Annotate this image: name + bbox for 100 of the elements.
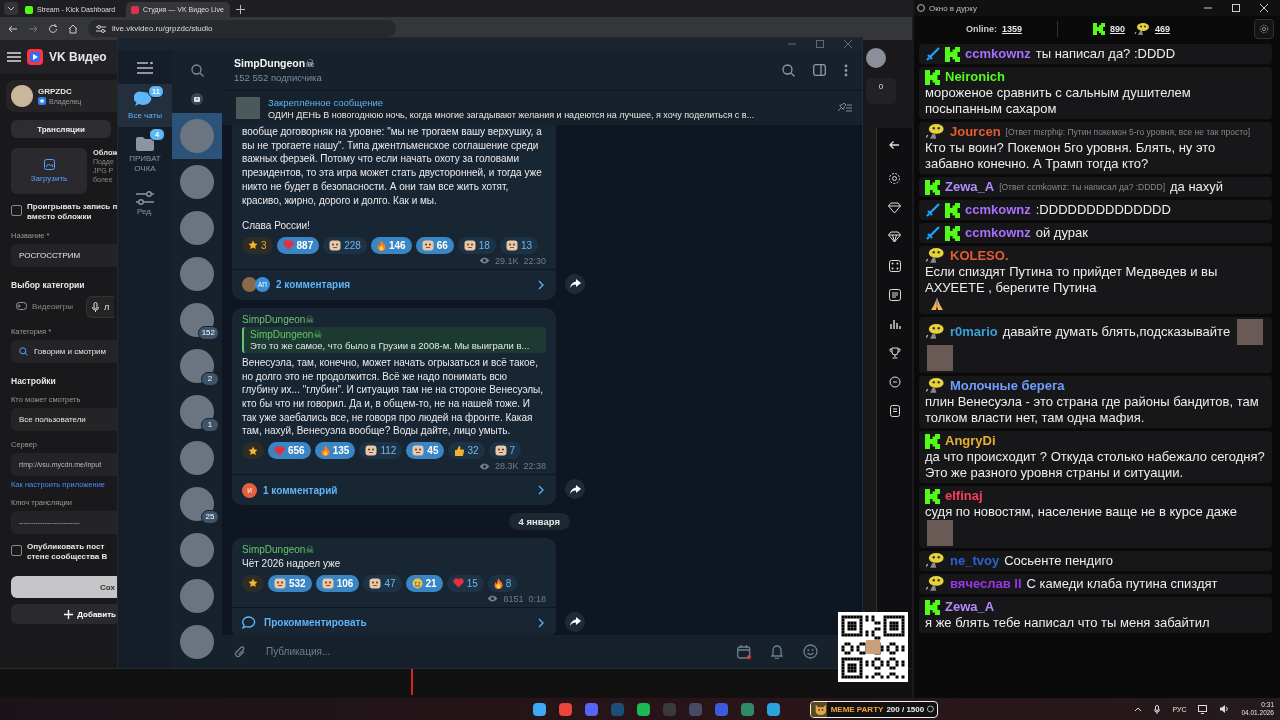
settings-icon[interactable] bbox=[888, 172, 901, 185]
tab-list-button[interactable] bbox=[4, 2, 18, 15]
save-button[interactable]: Сох bbox=[11, 576, 118, 598]
reply-quote[interactable]: SimpDungeon☠ Это то же самое, что было в Грузии в 2008-м. Мы выиграли в... bbox=[242, 326, 546, 353]
chat-item[interactable]: 25 bbox=[172, 481, 222, 527]
reaction-chip[interactable]: 13 bbox=[499, 236, 538, 254]
sidebar-icon[interactable] bbox=[813, 64, 826, 76]
checkbox[interactable] bbox=[11, 545, 22, 556]
bar-chart-icon[interactable] bbox=[888, 318, 901, 330]
reaction-chip[interactable] bbox=[242, 574, 264, 592]
emoji-icon[interactable] bbox=[803, 644, 818, 659]
window-switch-icon[interactable] bbox=[741, 702, 754, 716]
broadcasts-tab[interactable]: Трансляции bbox=[11, 120, 111, 138]
audience-dropdown[interactable]: Все пользователи bbox=[11, 408, 118, 431]
site-settings-icon[interactable] bbox=[96, 24, 106, 33]
username[interactable]: KOLESO. bbox=[950, 248, 1009, 264]
reaction-chip[interactable]: 656 bbox=[268, 442, 311, 460]
reaction-chip[interactable]: 532 bbox=[268, 574, 312, 592]
category-field[interactable]: Говорим и смотрим bbox=[11, 340, 118, 363]
chat-item[interactable]: 1 bbox=[172, 389, 222, 435]
username[interactable]: ccmkownz bbox=[965, 202, 1031, 218]
chat-item[interactable]: 2 bbox=[172, 343, 222, 389]
checkbox[interactable] bbox=[11, 205, 22, 216]
menu-icon[interactable] bbox=[7, 52, 21, 62]
search-icon[interactable] bbox=[782, 63, 795, 77]
dice-icon[interactable] bbox=[888, 260, 901, 272]
reload-icon[interactable] bbox=[48, 23, 58, 34]
username[interactable]: AngryDi bbox=[945, 433, 996, 449]
username[interactable]: Zewa_A bbox=[945, 179, 995, 195]
back-arrow-icon[interactable] bbox=[889, 140, 900, 150]
reaction-chip[interactable]: 66 bbox=[415, 236, 454, 254]
reaction-chip[interactable] bbox=[242, 442, 264, 460]
username[interactable]: Jourcen bbox=[950, 124, 1001, 140]
bell-icon[interactable] bbox=[771, 644, 783, 659]
share-button[interactable] bbox=[565, 273, 585, 294]
browser-icon[interactable] bbox=[559, 702, 572, 716]
add-button[interactable]: Добавить bbox=[11, 604, 118, 624]
discord-icon[interactable] bbox=[585, 702, 598, 716]
username[interactable]: Neironich bbox=[945, 69, 1005, 85]
list-icon[interactable] bbox=[888, 289, 901, 301]
reaction-chip[interactable]: 135 bbox=[314, 442, 356, 460]
pin-list-icon[interactable] bbox=[836, 102, 852, 114]
telegram-icon[interactable] bbox=[767, 702, 780, 716]
username[interactable]: elfinaj bbox=[945, 488, 983, 504]
microphone-icon[interactable] bbox=[1154, 704, 1161, 714]
reaction-chip[interactable]: 45 bbox=[406, 442, 445, 460]
reaction-chip[interactable]: 21 bbox=[405, 574, 443, 592]
share-button[interactable] bbox=[565, 479, 585, 500]
more-icon[interactable] bbox=[844, 63, 848, 77]
username[interactable]: Молочные берега bbox=[950, 378, 1065, 394]
reaction-chip[interactable]: 106 bbox=[315, 574, 360, 592]
reaction-chip[interactable]: 32 bbox=[448, 442, 485, 460]
pinned-message-bar[interactable]: Закреплённое сообщение ОДИН ДЕНЬ В новогоднюю ночь, когда многие загадывают желания и надеются на лучшее, я хочу поделиться с в... bbox=[222, 90, 862, 125]
reaction-chip[interactable]: 3 bbox=[242, 236, 273, 254]
calendar-icon[interactable] bbox=[737, 644, 751, 659]
reaction-chip[interactable]: 47 bbox=[363, 574, 402, 592]
chevron-up-icon[interactable] bbox=[1134, 706, 1143, 712]
username[interactable]: r0mario bbox=[950, 324, 998, 340]
category-tab[interactable]: Видеоигры bbox=[11, 296, 78, 316]
address-field[interactable]: live.vkvideo.ru/grpzdc/studio bbox=[88, 20, 396, 37]
folder-tab[interactable]: Ред. bbox=[118, 180, 172, 223]
gem-icon[interactable] bbox=[888, 202, 901, 214]
back-icon[interactable] bbox=[8, 23, 18, 34]
player-icon[interactable] bbox=[715, 702, 728, 716]
thumbnail-photo bbox=[236, 97, 260, 119]
chat-icon[interactable] bbox=[888, 376, 901, 388]
chat-item[interactable]: 152 bbox=[172, 297, 222, 343]
start-icon[interactable] bbox=[533, 702, 546, 716]
book-icon[interactable] bbox=[888, 405, 901, 417]
attach-icon[interactable] bbox=[234, 644, 246, 659]
username[interactable]: Zewa_A bbox=[945, 599, 995, 615]
avatar-photo[interactable] bbox=[866, 48, 886, 68]
username[interactable]: вячеслав ll bbox=[950, 576, 1022, 592]
username[interactable]: ccmkownz bbox=[965, 225, 1031, 241]
reaction-chip[interactable]: 112 bbox=[359, 442, 403, 460]
archive-icon[interactable] bbox=[191, 93, 203, 105]
trophy-icon[interactable] bbox=[888, 347, 901, 359]
forward-icon[interactable] bbox=[28, 23, 38, 34]
home-icon[interactable] bbox=[68, 23, 78, 34]
reaction-chip[interactable]: 228 bbox=[323, 236, 367, 254]
reaction-chip[interactable]: 18 bbox=[457, 236, 496, 254]
reaction-chip[interactable]: 8 bbox=[487, 574, 518, 592]
username[interactable]: ccmkownz bbox=[965, 46, 1031, 62]
category-tab[interactable]: Л bbox=[85, 296, 115, 318]
reaction-chip[interactable]: 146 bbox=[370, 236, 412, 254]
new-tab-icon[interactable] bbox=[236, 5, 245, 14]
gem-icon[interactable] bbox=[888, 231, 901, 243]
settings-button[interactable] bbox=[1254, 19, 1274, 39]
title-field[interactable]: РОСГОССТРИМ bbox=[11, 244, 118, 267]
search-icon[interactable] bbox=[190, 64, 204, 77]
share-button[interactable] bbox=[565, 611, 585, 632]
speaker-icon[interactable] bbox=[1220, 705, 1230, 713]
reaction-chip[interactable]: 7 bbox=[488, 442, 522, 460]
network-icon[interactable] bbox=[1198, 704, 1209, 714]
upload-button[interactable]: Загрузить bbox=[11, 148, 87, 194]
reaction-chip[interactable]: 887 bbox=[276, 236, 320, 254]
menu-icon[interactable] bbox=[137, 62, 153, 74]
logo-icon bbox=[27, 49, 43, 65]
spotify-icon[interactable] bbox=[637, 702, 650, 716]
reaction-chip[interactable]: 15 bbox=[446, 574, 484, 592]
